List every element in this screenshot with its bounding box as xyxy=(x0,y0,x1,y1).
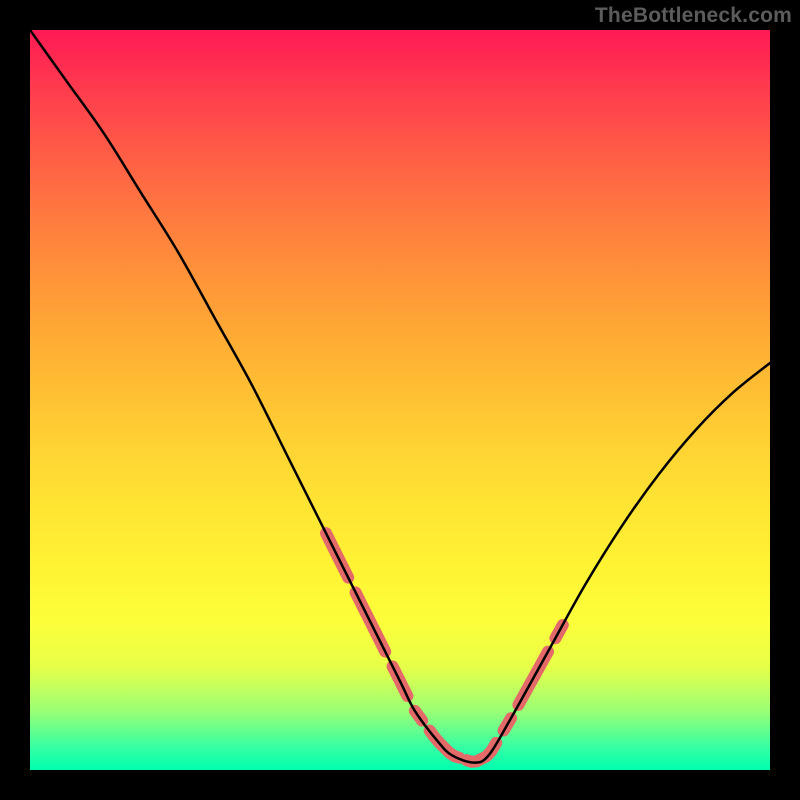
curve-svg xyxy=(30,30,770,770)
chart-frame: TheBottleneck.com xyxy=(0,0,800,800)
highlight-dash xyxy=(430,731,460,758)
bottleneck-curve xyxy=(30,30,770,763)
highlight-dashes xyxy=(326,533,563,762)
plot-area xyxy=(30,30,770,770)
watermark-text: TheBottleneck.com xyxy=(595,4,792,28)
